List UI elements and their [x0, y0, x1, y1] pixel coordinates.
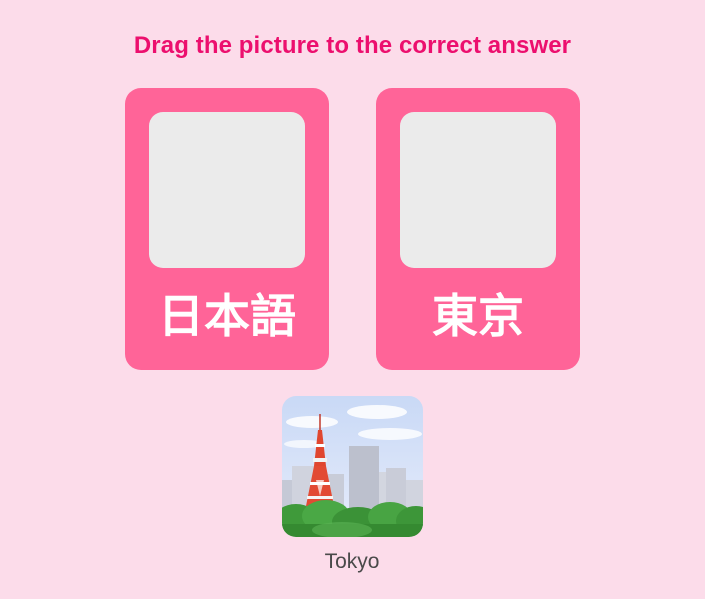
draggable-picture-tile[interactable] [282, 396, 423, 537]
drop-slot[interactable] [149, 112, 305, 268]
tokyo-tower-icon [282, 396, 423, 537]
picture-caption: Tokyo [324, 550, 380, 573]
answer-label: 日本語 [158, 289, 296, 343]
answer-card-nihongo[interactable]: 日本語 [125, 88, 329, 370]
instruction-text: Drag the picture to the correct answer [133, 32, 572, 59]
answer-card-tokyo[interactable]: 東京 [376, 88, 580, 370]
answer-label: 東京 [432, 289, 524, 343]
drop-slot[interactable] [400, 112, 556, 268]
